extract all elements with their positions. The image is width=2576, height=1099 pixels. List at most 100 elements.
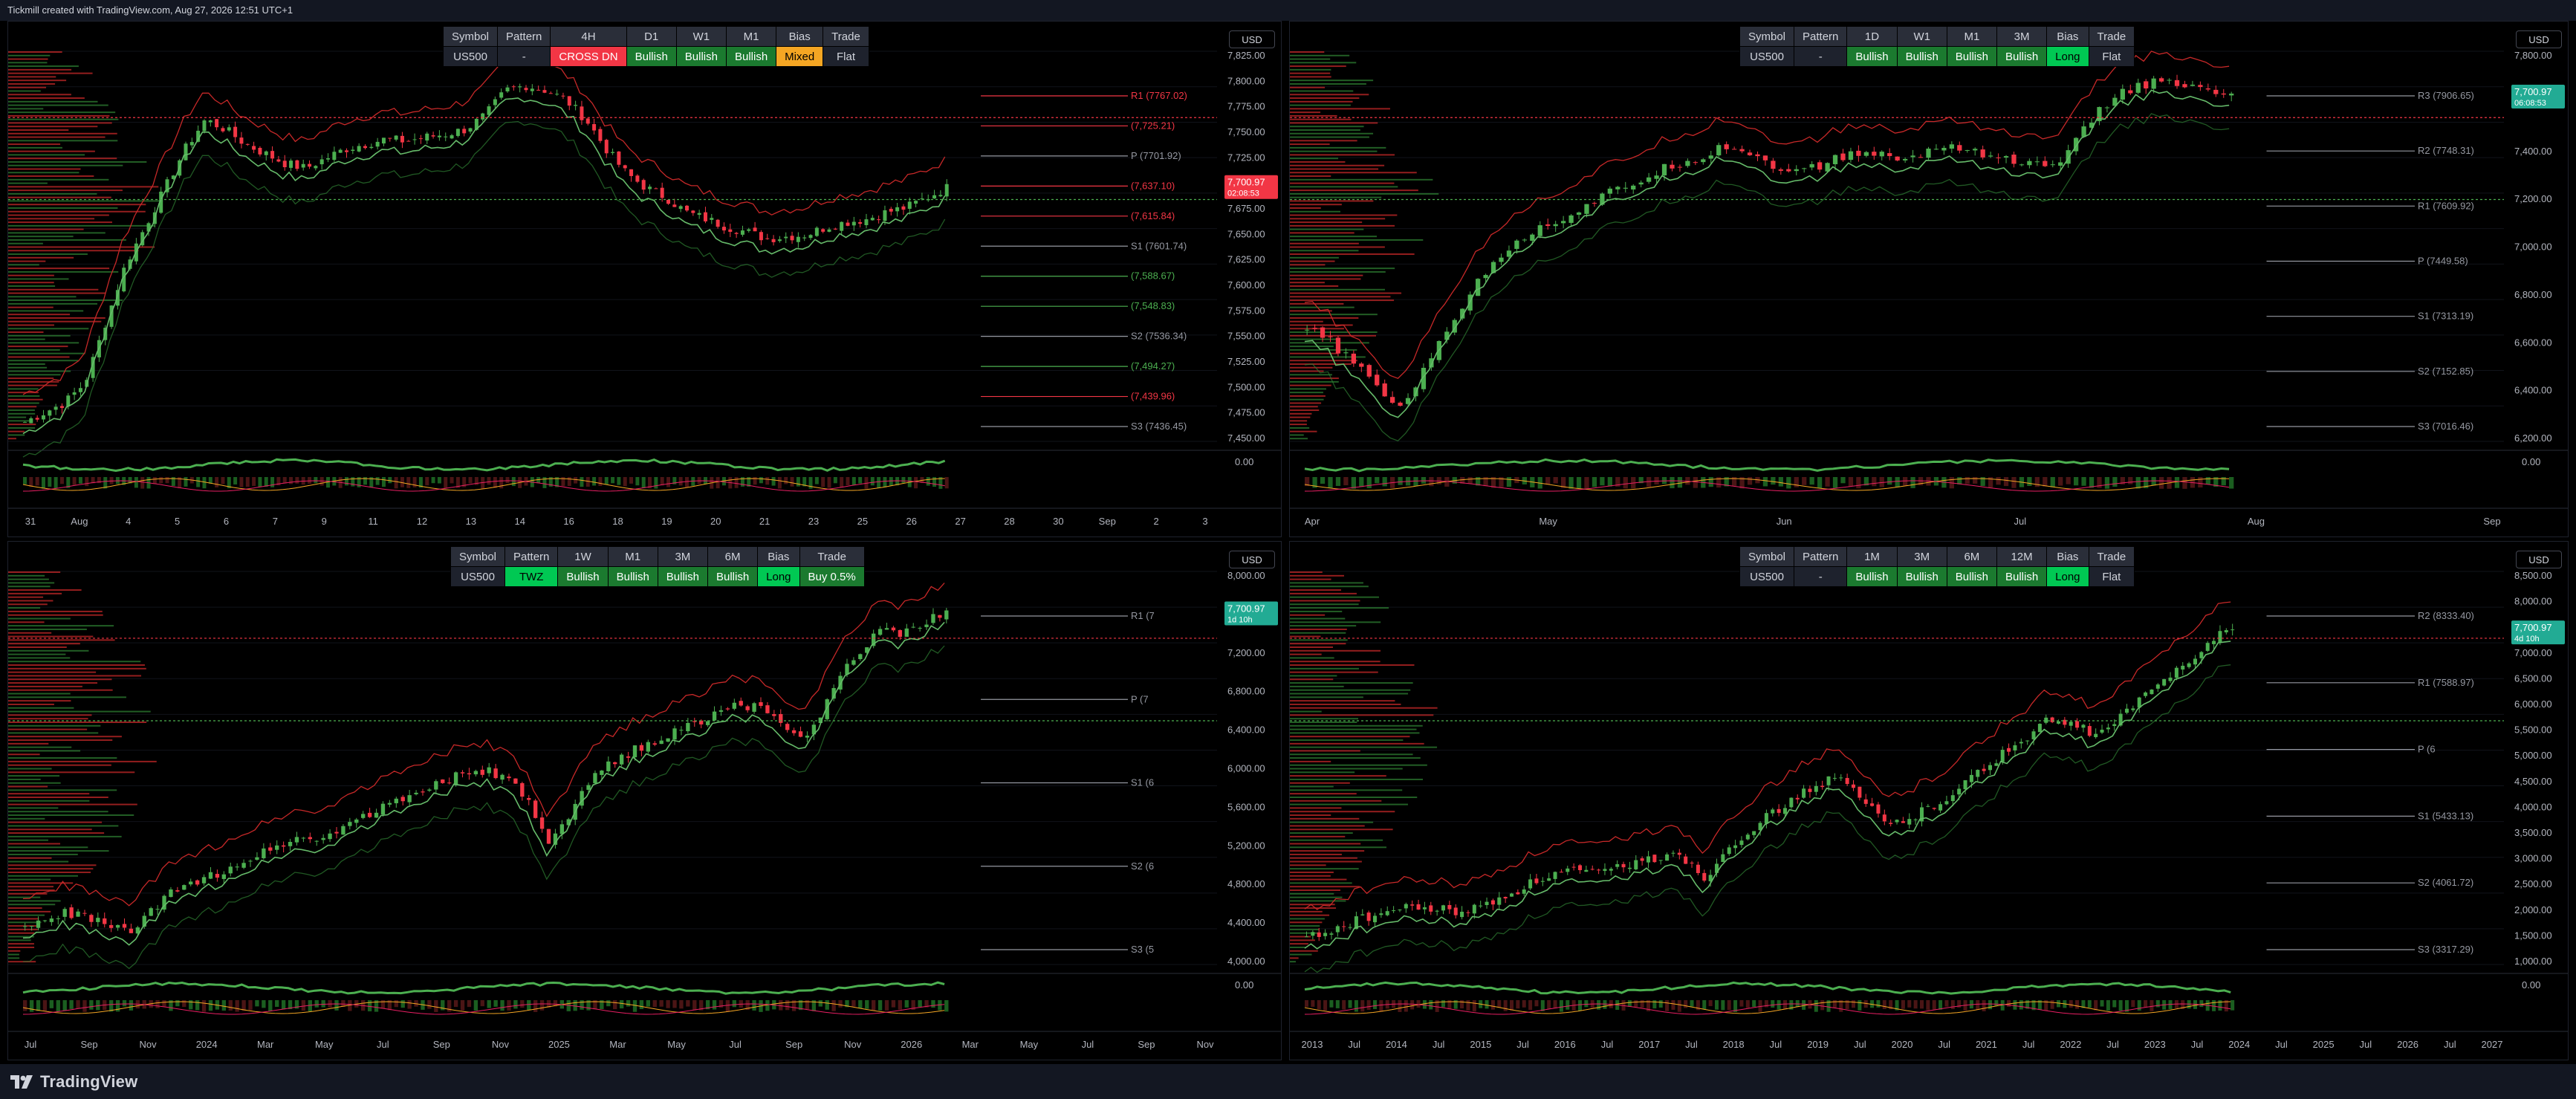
candle [1514, 240, 1519, 249]
osc-histogram-bar [1379, 1000, 1383, 1012]
volume-profile-bar [1290, 150, 1378, 152]
volume-profile-bar [1290, 643, 1346, 645]
candle [1490, 900, 1495, 905]
candle [759, 232, 763, 241]
moving-average [22, 621, 945, 946]
volume-profile-bar [1290, 707, 1438, 709]
candle [1460, 911, 1464, 918]
volume-profile-bar [8, 803, 137, 805]
volume-profile-bar [1290, 224, 1395, 227]
candle [520, 782, 525, 797]
volume-profile-bar [1290, 757, 1421, 759]
x-tick-label: 28 [1004, 516, 1014, 527]
currency-button[interactable]: USD [2516, 30, 2562, 48]
candle [201, 877, 207, 884]
candle [2000, 750, 2005, 762]
candle [632, 745, 637, 758]
osc-histogram-bar [1902, 477, 1908, 486]
osc-histogram-bar [2231, 1000, 2235, 1011]
candle [1516, 892, 1520, 895]
osc-histogram-bar [1939, 1000, 1943, 1010]
chart-panel-1[interactable]: R1 (7767.02) (7,725.21) P (7701.92) (7,637.… [7, 21, 1282, 537]
osc-histogram-bar [2144, 1000, 2148, 1008]
volume-profile-bar [1290, 850, 1365, 852]
volume-profile-bar [8, 832, 105, 834]
volume-profile-bar [8, 182, 48, 184]
volume-profile-bar [1290, 918, 1325, 920]
candle [76, 911, 80, 917]
candle [1453, 907, 1458, 915]
candle [652, 743, 657, 745]
volume-profile-bar [1290, 782, 1350, 784]
currency-button[interactable]: USD [2516, 551, 2562, 568]
osc-histogram-bar [444, 477, 448, 489]
candle [189, 881, 193, 885]
candle [351, 149, 355, 152]
x-tick-label: Jul [1854, 1039, 1866, 1050]
osc-histogram-bar [2056, 1000, 2060, 1008]
table-value-cell: US500 [1739, 566, 1795, 587]
volume-profile-bar [8, 356, 70, 358]
volume-profile-bar [1290, 843, 1361, 845]
signal-table: Symbol Pattern 1W M1 3M 6M Bias Trade US500 TWZ Bu… [450, 546, 865, 587]
volume-profile-bar [8, 693, 71, 695]
volume-profile-bar [8, 424, 36, 426]
osc-histogram-bar [78, 477, 82, 484]
volume-profile-bar [1290, 961, 1296, 963]
candle [375, 141, 380, 147]
osc-histogram-bar [2198, 477, 2203, 488]
osc-histogram-bar [1926, 1000, 1930, 1011]
volume-profile-bar [1290, 306, 1354, 308]
candle [400, 797, 405, 802]
candle [235, 866, 239, 868]
volume-profile-bar [1290, 68, 1331, 71]
candle [1752, 831, 1756, 835]
candle [66, 395, 71, 406]
volume-profile-bar [1290, 760, 1331, 762]
volume-profile-bar [8, 821, 103, 823]
price-label: 7,700.97 [2514, 622, 2552, 633]
candle [518, 86, 522, 88]
lower-band [22, 645, 945, 970]
candle [1422, 907, 1427, 910]
osc-histogram-bar [796, 477, 800, 487]
chart-canvas[interactable]: R1 (7P (7S1 (6S2 (6S3 (58,000.007,600.00… [8, 542, 1282, 1060]
candle [833, 228, 837, 230]
volume-profile-bar [8, 178, 109, 181]
table-value-cell: Bullish [1996, 46, 2048, 67]
y-tick-label: 7,550.00 [1227, 331, 1265, 342]
chart-panel-4[interactable]: R2 (8333.40) R1 (7588.97) P (6 S1 (5433.13)… [1289, 541, 2569, 1060]
osc-histogram-bar [678, 477, 683, 486]
candle [208, 120, 212, 123]
candle [425, 133, 429, 141]
chart-canvas[interactable]: R1 (7767.02)(7,725.21)P (7701.92)(7,637.… [8, 22, 1282, 537]
x-tick-label: 2019 [1807, 1039, 1829, 1050]
osc-histogram-bar [1809, 477, 1814, 485]
osc-histogram-bar [790, 477, 794, 487]
x-tick-label: Aug [2248, 516, 2265, 527]
chart-panel-2[interactable]: R3 (7906.65) R2 (7748.31) R1 (7609.92) P (7… [1289, 21, 2569, 537]
candle [790, 236, 794, 241]
currency-button[interactable]: USD [1229, 30, 1275, 48]
volume-profile-bar [1290, 846, 1387, 849]
candle [728, 229, 733, 233]
volume-profile-bar [1290, 196, 1382, 198]
table-header-cell: D1 [626, 26, 677, 47]
volume-profile-bar [1290, 739, 1404, 742]
osc-histogram-bar [82, 1000, 87, 1012]
price-label: 7,700.97 [1227, 603, 1265, 615]
volume-profile-bar [8, 921, 42, 924]
tradingview-logo[interactable]: TradingView [10, 1072, 137, 1092]
osc-histogram-bar [771, 477, 776, 486]
volume-profile-bar [8, 111, 116, 114]
moving-average [22, 97, 946, 435]
candle [1634, 860, 1638, 869]
chart-panel-3[interactable]: R1 (7P (7S1 (6S2 (6S3 (58,000.007,600.00… [7, 541, 1282, 1060]
currency-button[interactable]: USD [1229, 551, 1275, 568]
table-header-cell: Trade [823, 26, 869, 47]
volume-profile-bar [1290, 438, 1308, 440]
chart-canvas[interactable]: R3 (7906.65)R2 (7748.31)R1 (7609.92)P (7… [1290, 22, 2569, 537]
candle [1870, 803, 1875, 806]
chart-canvas[interactable]: R2 (8333.40)R1 (7588.97)P (6S1 (5433.13)… [1290, 542, 2569, 1060]
osc-histogram-bar [617, 477, 621, 485]
